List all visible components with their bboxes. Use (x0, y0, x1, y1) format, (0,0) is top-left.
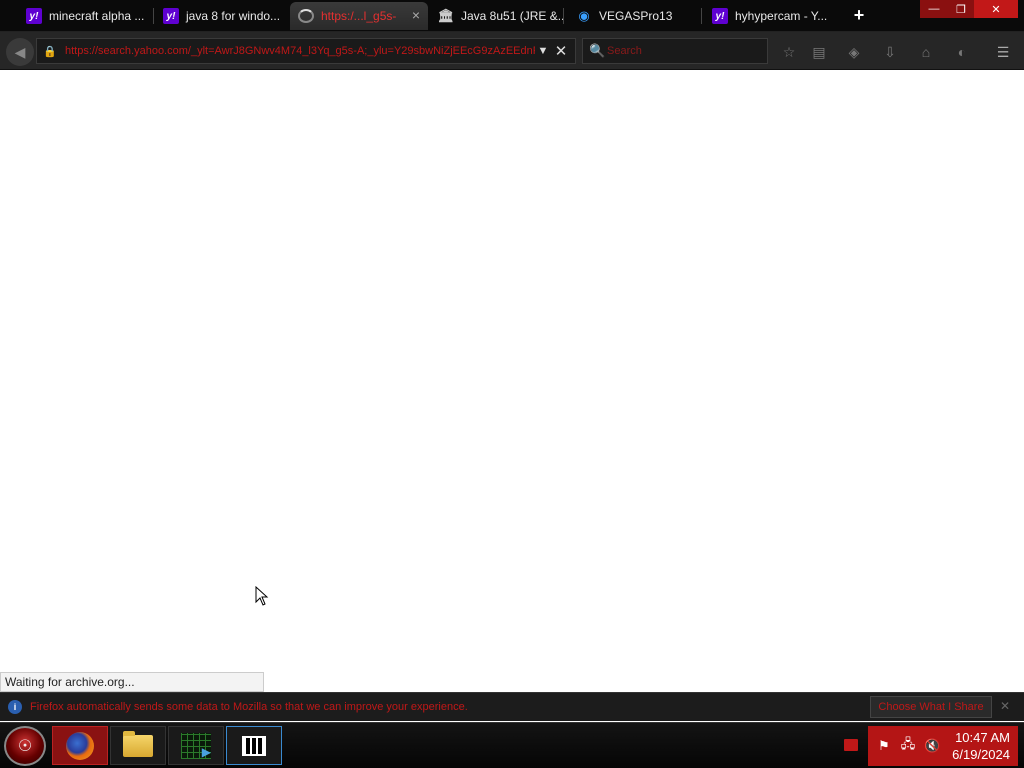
tab-bar: y! minecraft alpha ... y! java 8 for win… (0, 0, 1024, 32)
taskbar-file-explorer[interactable] (110, 726, 166, 765)
clock-time: 10:47 AM (955, 730, 1010, 745)
search-box[interactable]: 🔍 (582, 38, 768, 64)
tab-separator (563, 8, 564, 24)
yahoo-icon: y! (26, 8, 42, 24)
yahoo-icon: y! (163, 8, 179, 24)
navigation-toolbar: ◀ 🔒 https://search.yahoo.com/_ylt=AwrJ8G… (0, 32, 1024, 70)
search-icon: 🔍 (589, 43, 606, 58)
tab-vegaspro13[interactable]: ◉ VEGASPro13 (568, 2, 702, 30)
menu-icon[interactable]: ☰ (993, 42, 1013, 62)
windows-taskbar: ☉ ⚑ 🖧 🔇 10:47 AM 6/19/2024 (0, 722, 1024, 768)
back-button[interactable]: ◀ (6, 38, 34, 66)
tab-label: Java 8u51 (JRE &... (461, 9, 564, 23)
dismiss-notification-icon[interactable]: ✕ (1000, 699, 1010, 713)
minimize-button[interactable]: — (920, 0, 948, 18)
page-content[interactable] (0, 71, 1024, 692)
network-icon[interactable]: 🖧 (900, 735, 916, 757)
yahoo-icon: y! (712, 8, 728, 24)
taskbar-firefox[interactable] (52, 726, 108, 765)
pocket-icon[interactable]: ◈ (844, 42, 864, 62)
screen-recorder-icon (181, 732, 211, 759)
new-tab-button[interactable]: + (848, 4, 870, 26)
url-text[interactable]: https://search.yahoo.com/_ylt=AwrJ8GNwv4… (65, 45, 535, 57)
info-icon: i (8, 700, 22, 714)
choose-what-i-share-button[interactable]: Choose What I Share (870, 696, 992, 718)
downloads-icon[interactable]: ⇩ (880, 42, 900, 62)
vegas-icon: ◉ (578, 8, 590, 23)
tab-hyhypercam[interactable]: y! hyhypercam - Y... (704, 2, 838, 30)
bookmark-star-icon[interactable]: ☆ (779, 42, 799, 62)
taskbar-video-editor[interactable] (226, 726, 282, 765)
firefox-icon (66, 731, 94, 760)
volume-muted-icon[interactable]: 🔇 (924, 738, 940, 754)
lock-icon[interactable]: 🔒 (43, 45, 61, 58)
clock-date: 6/19/2024 (952, 747, 1010, 762)
tab-label: VEGASPro13 (599, 9, 673, 23)
maximize-button[interactable]: ❐ (948, 0, 974, 18)
tab-label: hyhypercam - Y... (735, 9, 828, 23)
home-icon[interactable]: ⌂ (916, 42, 936, 62)
stop-loading-button[interactable]: ✕ (551, 42, 571, 60)
taskbar-screen-recorder[interactable] (168, 726, 224, 765)
mouse-cursor-icon (255, 586, 269, 606)
tab-label: https:/...l_g5s- (321, 9, 397, 23)
search-input[interactable] (607, 45, 757, 57)
data-sharing-notification: i Firefox automatically sends some data … (0, 692, 1024, 721)
action-center-flag-icon[interactable]: ⚑ (876, 738, 892, 754)
tab-separator (701, 8, 702, 24)
video-editor-icon (242, 735, 266, 756)
close-window-button[interactable]: ✕ (974, 0, 1018, 18)
start-button[interactable]: ☉ (4, 726, 46, 766)
tab-active-loading[interactable]: https:/...l_g5s- × (290, 2, 428, 30)
status-bar: Waiting for archive.org... (0, 672, 264, 692)
bookmarks-menu-icon[interactable]: ▤ (809, 42, 829, 62)
close-tab-icon[interactable]: × (412, 7, 420, 23)
url-dropdown-icon[interactable]: ▼ (535, 45, 551, 57)
url-bar[interactable]: 🔒 https://search.yahoo.com/_ylt=AwrJ8GNw… (36, 38, 576, 64)
tray-app-icon[interactable] (844, 739, 858, 751)
file-explorer-icon (123, 730, 153, 757)
loading-icon (298, 9, 314, 23)
tab-label: minecraft alpha ... (49, 9, 145, 23)
tab-separator (153, 8, 154, 24)
tab-java-8-windows[interactable]: y! java 8 for windo... (155, 2, 289, 30)
desktop-screen: y! minecraft alpha ... y! java 8 for win… (0, 0, 1024, 768)
tab-minecraft-alpha[interactable]: y! minecraft alpha ... (18, 2, 154, 30)
clock[interactable]: 10:47 AM 6/19/2024 (952, 729, 1010, 763)
archive-icon: 🏛 (437, 8, 455, 23)
tab-label: java 8 for windo... (186, 9, 281, 23)
tab-java-8u51[interactable]: 🏛 Java 8u51 (JRE &... (430, 2, 564, 30)
notification-message: Firefox automatically sends some data to… (30, 701, 468, 713)
system-tray: ⚑ 🖧 🔇 10:47 AM 6/19/2024 (868, 726, 1018, 766)
chat-icon[interactable]: ◐ (952, 42, 972, 62)
